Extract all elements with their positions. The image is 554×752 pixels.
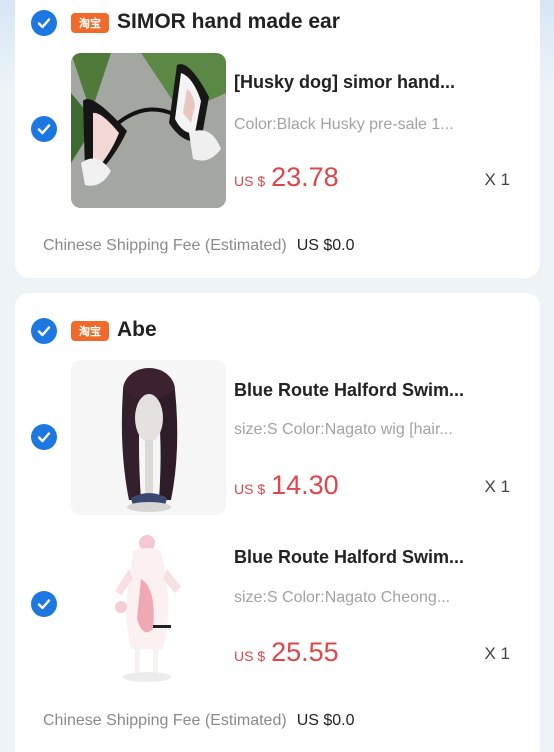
- item-price: US $ 23.78: [234, 162, 339, 193]
- item-price: US $ 25.55: [234, 637, 339, 668]
- item-quantity[interactable]: X 1: [484, 477, 510, 497]
- item-quantity[interactable]: X 1: [484, 170, 510, 190]
- store-card: 淘宝 Abe Blue Route Halford Swim... size:S…: [15, 293, 540, 752]
- item-title[interactable]: [Husky dog] simor hand...: [234, 72, 534, 93]
- item-spec[interactable]: size:S Color:Nagato wig [hair...: [234, 421, 524, 439]
- item-spec[interactable]: Color:Black Husky pre-sale 1...: [234, 116, 524, 134]
- taobao-badge-icon: 淘宝: [71, 13, 109, 33]
- checkmark-icon: [37, 599, 51, 610]
- item-spec[interactable]: size:S Color:Nagato Cheong...: [234, 589, 524, 607]
- product-image[interactable]: [71, 529, 226, 684]
- taobao-badge-icon: 淘宝: [71, 321, 109, 341]
- cat-ear-headband-image: [71, 53, 226, 208]
- store-select-checkbox[interactable]: [31, 318, 57, 344]
- shipping-amount: US $0.0: [296, 237, 355, 254]
- checkmark-icon: [37, 124, 51, 135]
- price-value: 25.55: [271, 637, 339, 667]
- store-select-checkbox[interactable]: [31, 10, 57, 36]
- checkmark-icon: [37, 432, 51, 443]
- shipping-fee-row: Chinese Shipping Fee (Estimated) US $0.0: [43, 712, 355, 730]
- price-currency: US $: [234, 173, 266, 189]
- shipping-label: Chinese Shipping Fee (Estimated): [43, 237, 287, 254]
- shipping-label: Chinese Shipping Fee (Estimated): [43, 712, 287, 729]
- shipping-fee-row: Chinese Shipping Fee (Estimated) US $0.0: [43, 237, 355, 255]
- item-price: US $ 14.30: [234, 470, 339, 501]
- store-card: 淘宝 SIMOR hand made ear [Husky dog] simor…: [15, 0, 540, 278]
- item-select-checkbox[interactable]: [31, 591, 57, 617]
- item-quantity[interactable]: X 1: [484, 644, 510, 664]
- price-value: 14.30: [271, 470, 339, 500]
- long-dark-wig-image: [71, 360, 226, 515]
- shipping-amount: US $0.0: [296, 712, 355, 729]
- checkmark-icon: [37, 326, 51, 337]
- store-name[interactable]: Abe: [117, 318, 157, 342]
- white-cheongsam-costume-image: [71, 529, 226, 684]
- item-select-checkbox[interactable]: [31, 116, 57, 142]
- checkmark-icon: [37, 18, 51, 29]
- price-currency: US $: [234, 481, 266, 497]
- item-title[interactable]: Blue Route Halford Swim...: [234, 380, 534, 401]
- price-currency: US $: [234, 648, 266, 664]
- product-image[interactable]: [71, 53, 226, 208]
- product-image[interactable]: [71, 360, 226, 515]
- store-name[interactable]: SIMOR hand made ear: [117, 10, 340, 34]
- price-value: 23.78: [271, 162, 339, 192]
- item-title[interactable]: Blue Route Halford Swim...: [234, 547, 534, 568]
- item-select-checkbox[interactable]: [31, 424, 57, 450]
